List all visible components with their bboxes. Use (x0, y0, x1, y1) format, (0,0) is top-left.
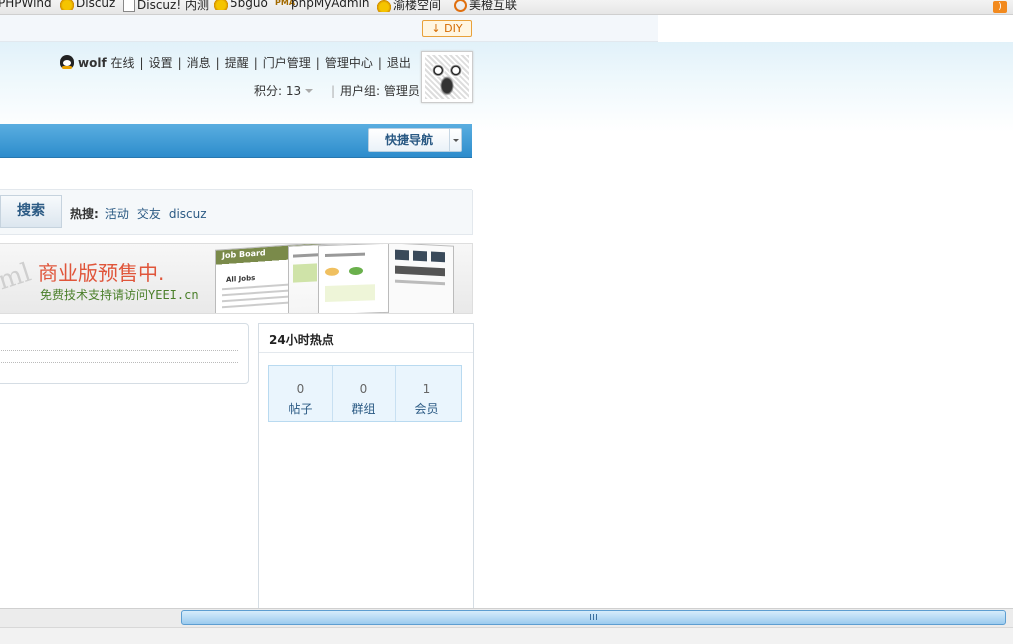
stat-posts[interactable]: 0 帖子 (269, 366, 333, 421)
stat-members[interactable]: 1 会员 (395, 366, 458, 421)
banner-screenshot (318, 244, 392, 313)
user-info: 积分: 13 | 用户组: 管理员 (254, 84, 420, 98)
hot-term-link[interactable]: 交友 (137, 207, 161, 221)
search-button[interactable]: 搜索 (0, 195, 62, 228)
bookmark-yulou[interactable]: 渝楼空间 (377, 0, 441, 13)
qq-penguin-icon (60, 55, 74, 69)
banner-headline: 商业版预售中. (38, 261, 165, 285)
search-bar: 搜索 热搜: 活动 交友 discuz (0, 190, 473, 235)
star-icon (377, 0, 391, 12)
diy-label: DIY (444, 22, 463, 35)
content-panel (0, 323, 249, 384)
pma-icon: PMA (275, 0, 296, 7)
stat-value: 0 (296, 382, 305, 396)
down-arrow-icon: ↓ (431, 22, 441, 35)
notifications-link[interactable]: 提醒 (225, 56, 249, 70)
quick-nav-label: 快捷导航 (384, 133, 433, 147)
stat-value: 1 (422, 382, 431, 396)
banner-screenshot (388, 244, 454, 313)
bookmark-5bguo[interactable]: 5bguo (214, 0, 268, 10)
hot-24h-panel: 24小时热点 0 帖子 0 群组 1 会员 (258, 323, 474, 614)
banner-subline: 免费技术支持请访问YEEI.cn (40, 288, 199, 302)
horizontal-scrollbar[interactable] (0, 608, 1013, 627)
promo-banner[interactable]: ml 商业版预售中. 免费技术支持请访问YEEI.cn Job Board Al… (0, 243, 473, 314)
banner-watermark: ml (0, 257, 35, 297)
rss-icon[interactable]: ) (993, 1, 1007, 13)
chevron-down-icon[interactable] (449, 129, 461, 151)
usergroup-link[interactable]: 用户组: 管理员 (340, 84, 420, 98)
sub-nav (0, 158, 472, 190)
bookmark-label: PHPWind (0, 0, 52, 10)
avatar[interactable] (421, 51, 473, 103)
bookmark-label: 渝楼空间 (393, 0, 442, 12)
stat-label: 帖子 (288, 402, 313, 416)
bookmark-label: Discuz (76, 0, 116, 10)
bookmark-label: 美橙互联 (469, 0, 518, 12)
banner-shot-title: Job Board (222, 248, 266, 261)
diy-button[interactable]: ↓ DIY (422, 20, 472, 37)
panel-title: 24小时热点 (269, 333, 334, 347)
logout-link[interactable]: 退出 (387, 56, 411, 70)
quick-nav-button[interactable]: 快捷导航 (368, 128, 462, 152)
star-icon (214, 0, 228, 10)
stats-box: 0 帖子 0 群组 1 会员 (268, 365, 462, 422)
online-status: 在线 (110, 56, 135, 70)
bookmark-discuz[interactable]: Discuz (60, 0, 115, 10)
username-link[interactable]: wolf (78, 56, 107, 70)
settings-link[interactable]: 设置 (149, 56, 173, 70)
hot-searches: 热搜: 活动 交友 discuz (70, 205, 215, 222)
bookmark-phpwind[interactable]: PHPWind (0, 0, 52, 10)
points-dropdown[interactable]: 积分: 13 (254, 84, 314, 98)
grip-icon (590, 614, 598, 620)
hot-term-link[interactable]: 活动 (105, 207, 129, 221)
stat-label: 会员 (414, 402, 439, 416)
diy-toolbar: ↓ DIY (0, 15, 658, 42)
star-icon (60, 0, 74, 10)
portal-admin-link[interactable]: 门户管理 (263, 56, 311, 70)
main-nav: 快捷导航 (0, 124, 472, 158)
bookmark-phpmyadmin[interactable]: PMAphpMyAdmin (275, 0, 370, 10)
hot-term-link[interactable]: discuz (169, 207, 207, 221)
scrollbar-thumb[interactable] (181, 610, 1006, 625)
bookmark-label: phpMyAdmin (291, 0, 370, 10)
page-icon (123, 0, 135, 12)
stat-groups[interactable]: 0 群组 (332, 366, 396, 421)
stat-value: 0 (359, 382, 368, 396)
bookmark-meicheng[interactable]: 美橙互联 (454, 0, 517, 13)
avatar-image (425, 55, 469, 99)
admin-center-link[interactable]: 管理中心 (325, 56, 373, 70)
panel-header: 24小时热点 (259, 324, 473, 353)
bookmarks-bar: PHPWind Discuz Discuz! 内测 5bguo PMAphpMy… (0, 0, 1013, 15)
bookmark-discuz-beta[interactable]: Discuz! 内测 (123, 0, 209, 13)
status-bar (0, 627, 1013, 644)
circle-icon (454, 0, 467, 12)
banner-shot-subtitle: All Jobs (226, 273, 256, 284)
points-label: 积分: 13 (254, 84, 302, 98)
stat-label: 群组 (351, 402, 376, 416)
hot-search-label: 热搜: (70, 207, 99, 221)
messages-link[interactable]: 消息 (187, 56, 211, 70)
bookmark-label: Discuz! 内测 (137, 0, 209, 12)
chevron-down-icon (305, 89, 314, 93)
bookmark-label: 5bguo (230, 0, 268, 10)
user-links: wolf 在线 | 设置 | 消息 | 提醒 | 门户管理 | 管理中心 | 退出 (60, 54, 411, 72)
